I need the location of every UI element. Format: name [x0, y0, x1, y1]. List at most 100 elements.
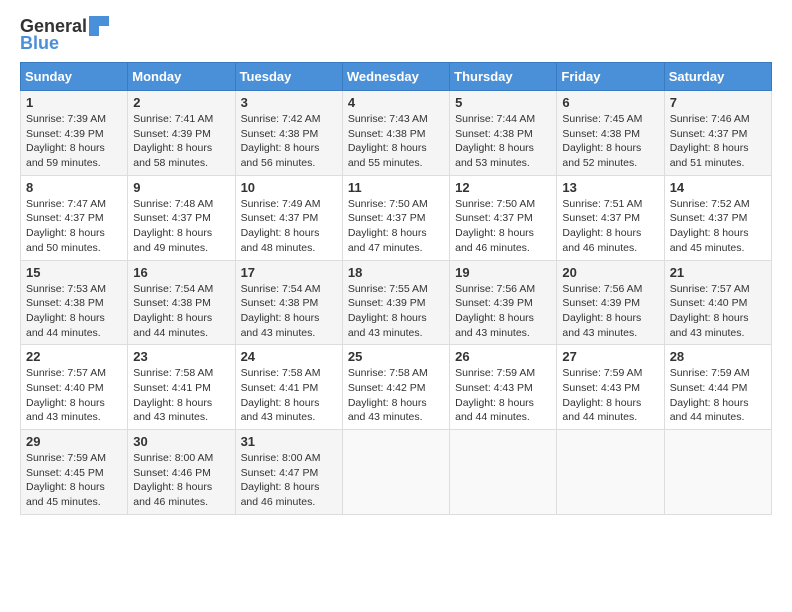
day-info: Sunrise: 7:51 AMSunset: 4:37 PMDaylight:… [562, 198, 642, 254]
day-number: 15 [26, 265, 122, 280]
day-info: Sunrise: 7:50 AMSunset: 4:37 PMDaylight:… [455, 198, 535, 254]
day-number: 16 [133, 265, 229, 280]
day-number: 1 [26, 95, 122, 110]
calendar-week-3: 15 Sunrise: 7:53 AMSunset: 4:38 PMDayligh… [21, 260, 772, 345]
day-info: Sunrise: 7:48 AMSunset: 4:37 PMDaylight:… [133, 198, 213, 254]
calendar-cell: 9 Sunrise: 7:48 AMSunset: 4:37 PMDaylight… [128, 175, 235, 260]
calendar-week-1: 1 Sunrise: 7:39 AMSunset: 4:39 PMDaylight… [21, 91, 772, 176]
calendar-cell: 23 Sunrise: 7:58 AMSunset: 4:41 PMDayligh… [128, 345, 235, 430]
day-header-thursday: Thursday [450, 63, 557, 91]
day-info: Sunrise: 7:46 AMSunset: 4:37 PMDaylight:… [670, 113, 750, 169]
calendar-cell: 6 Sunrise: 7:45 AMSunset: 4:38 PMDaylight… [557, 91, 664, 176]
day-info: Sunrise: 7:58 AMSunset: 4:41 PMDaylight:… [241, 367, 321, 423]
day-number: 17 [241, 265, 337, 280]
day-number: 10 [241, 180, 337, 195]
calendar-cell: 16 Sunrise: 7:54 AMSunset: 4:38 PMDayligh… [128, 260, 235, 345]
calendar-cell: 1 Sunrise: 7:39 AMSunset: 4:39 PMDaylight… [21, 91, 128, 176]
day-info: Sunrise: 7:59 AMSunset: 4:45 PMDaylight:… [26, 452, 106, 508]
calendar-cell: 25Sunrise: 7:58 AMSunset: 4:42 PMDayligh… [342, 345, 449, 430]
calendar-cell: 17 Sunrise: 7:54 AMSunset: 4:38 PMDayligh… [235, 260, 342, 345]
day-info: Sunrise: 7:49 AMSunset: 4:37 PMDaylight:… [241, 198, 321, 254]
day-number: 29 [26, 434, 122, 449]
day-info: Sunrise: 7:59 AMSunset: 4:43 PMDaylight:… [455, 367, 535, 423]
day-number: 24 [241, 349, 337, 364]
calendar-cell: 2Sunrise: 7:41 AMSunset: 4:39 PMDaylight… [128, 91, 235, 176]
calendar-cell [342, 430, 449, 515]
day-info: Sunrise: 7:39 AMSunset: 4:39 PMDaylight:… [26, 113, 106, 169]
calendar-cell: 28 Sunrise: 7:59 AMSunset: 4:44 PMDayligh… [664, 345, 771, 430]
day-number: 9 [133, 180, 229, 195]
calendar-cell: 26 Sunrise: 7:59 AMSunset: 4:43 PMDayligh… [450, 345, 557, 430]
logo-icon [89, 16, 109, 36]
calendar-cell: 5 Sunrise: 7:44 AMSunset: 4:38 PMDaylight… [450, 91, 557, 176]
calendar-table: SundayMondayTuesdayWednesdayThursdayFrid… [20, 62, 772, 515]
day-header-friday: Friday [557, 63, 664, 91]
day-number: 31 [241, 434, 337, 449]
calendar-cell: 4 Sunrise: 7:43 AMSunset: 4:38 PMDaylight… [342, 91, 449, 176]
calendar-cell: 22Sunrise: 7:57 AMSunset: 4:40 PMDayligh… [21, 345, 128, 430]
day-number: 12 [455, 180, 551, 195]
day-number: 8 [26, 180, 122, 195]
day-info: Sunrise: 7:47 AMSunset: 4:37 PMDaylight:… [26, 198, 106, 254]
calendar-cell [450, 430, 557, 515]
day-number: 21 [670, 265, 766, 280]
calendar-cell: 3Sunrise: 7:42 AMSunset: 4:38 PMDaylight… [235, 91, 342, 176]
day-number: 28 [670, 349, 766, 364]
day-header-monday: Monday [128, 63, 235, 91]
day-info: Sunrise: 7:55 AMSunset: 4:39 PMDaylight:… [348, 283, 428, 339]
day-number: 5 [455, 95, 551, 110]
calendar-cell: 20 Sunrise: 7:56 AMSunset: 4:39 PMDayligh… [557, 260, 664, 345]
day-info: Sunrise: 7:59 AMSunset: 4:44 PMDaylight:… [670, 367, 750, 423]
calendar-cell: 14Sunrise: 7:52 AMSunset: 4:37 PMDayligh… [664, 175, 771, 260]
calendar-cell: 7 Sunrise: 7:46 AMSunset: 4:37 PMDaylight… [664, 91, 771, 176]
logo-blue: Blue [20, 33, 59, 54]
calendar-week-2: 8 Sunrise: 7:47 AMSunset: 4:37 PMDaylight… [21, 175, 772, 260]
logo: General Blue [20, 16, 109, 54]
day-number: 6 [562, 95, 658, 110]
day-info: Sunrise: 7:54 AMSunset: 4:38 PMDaylight:… [133, 283, 213, 339]
header: General Blue [20, 16, 772, 54]
day-number: 14 [670, 180, 766, 195]
day-number: 11 [348, 180, 444, 195]
day-number: 7 [670, 95, 766, 110]
calendar-cell [664, 430, 771, 515]
calendar-cell: 27 Sunrise: 7:59 AMSunset: 4:43 PMDayligh… [557, 345, 664, 430]
calendar-cell [557, 430, 664, 515]
day-number: 25 [348, 349, 444, 364]
day-info: Sunrise: 7:50 AMSunset: 4:37 PMDaylight:… [348, 198, 428, 254]
day-info: Sunrise: 7:44 AMSunset: 4:38 PMDaylight:… [455, 113, 535, 169]
day-info: Sunrise: 7:43 AMSunset: 4:38 PMDaylight:… [348, 113, 428, 169]
day-info: Sunrise: 7:54 AMSunset: 4:38 PMDaylight:… [241, 283, 321, 339]
day-info: Sunrise: 8:00 AMSunset: 4:46 PMDaylight:… [133, 452, 213, 508]
calendar-cell: 18 Sunrise: 7:55 AMSunset: 4:39 PMDayligh… [342, 260, 449, 345]
calendar-cell: 10 Sunrise: 7:49 AMSunset: 4:37 PMDayligh… [235, 175, 342, 260]
day-info: Sunrise: 7:41 AMSunset: 4:39 PMDaylight:… [133, 113, 213, 169]
day-number: 4 [348, 95, 444, 110]
day-info: Sunrise: 7:53 AMSunset: 4:38 PMDaylight:… [26, 283, 106, 339]
calendar-cell: 8 Sunrise: 7:47 AMSunset: 4:37 PMDaylight… [21, 175, 128, 260]
day-number: 27 [562, 349, 658, 364]
day-info: Sunrise: 8:00 AMSunset: 4:47 PMDaylight:… [241, 452, 321, 508]
day-header-sunday: Sunday [21, 63, 128, 91]
calendar-cell: 21Sunrise: 7:57 AMSunset: 4:40 PMDayligh… [664, 260, 771, 345]
day-number: 23 [133, 349, 229, 364]
calendar-cell: 31 Sunrise: 8:00 AMSunset: 4:47 PMDayligh… [235, 430, 342, 515]
day-header-saturday: Saturday [664, 63, 771, 91]
day-info: Sunrise: 7:58 AMSunset: 4:41 PMDaylight:… [133, 367, 213, 423]
day-info: Sunrise: 7:45 AMSunset: 4:38 PMDaylight:… [562, 113, 642, 169]
day-info: Sunrise: 7:59 AMSunset: 4:43 PMDaylight:… [562, 367, 642, 423]
day-header-tuesday: Tuesday [235, 63, 342, 91]
calendar-cell: 30Sunrise: 8:00 AMSunset: 4:46 PMDayligh… [128, 430, 235, 515]
day-number: 13 [562, 180, 658, 195]
day-number: 26 [455, 349, 551, 364]
calendar-week-4: 22Sunrise: 7:57 AMSunset: 4:40 PMDayligh… [21, 345, 772, 430]
calendar-week-5: 29 Sunrise: 7:59 AMSunset: 4:45 PMDayligh… [21, 430, 772, 515]
calendar-cell: 15 Sunrise: 7:53 AMSunset: 4:38 PMDayligh… [21, 260, 128, 345]
day-number: 18 [348, 265, 444, 280]
day-number: 20 [562, 265, 658, 280]
day-number: 22 [26, 349, 122, 364]
day-number: 19 [455, 265, 551, 280]
day-info: Sunrise: 7:42 AMSunset: 4:38 PMDaylight:… [241, 113, 321, 169]
day-info: Sunrise: 7:56 AMSunset: 4:39 PMDaylight:… [562, 283, 642, 339]
calendar-header-row: SundayMondayTuesdayWednesdayThursdayFrid… [21, 63, 772, 91]
